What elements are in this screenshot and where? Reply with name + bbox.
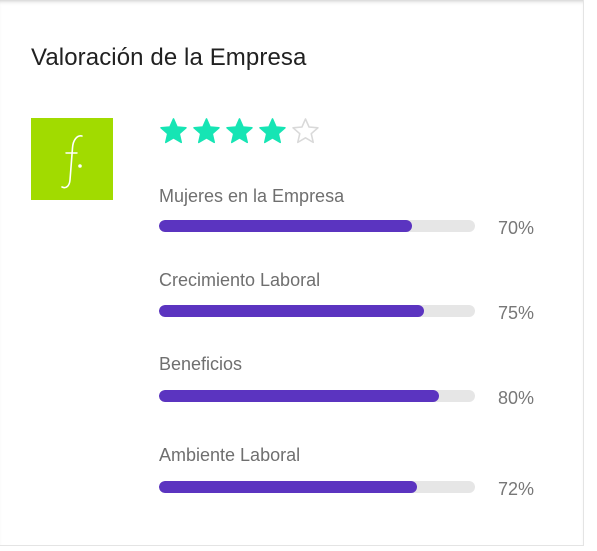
metric-label: Mujeres en la Empresa: [159, 186, 345, 206]
falabella-f-logo-icon: [61, 135, 83, 189]
progress-bar: [159, 481, 475, 493]
progress-bar-fill: [159, 481, 417, 493]
progress-bar: [159, 305, 475, 317]
progress-bar-fill: [159, 390, 439, 402]
metric-value: 75%: [498, 303, 535, 323]
metric-label: Crecimiento Laboral: [159, 270, 321, 290]
progress-bar: [159, 220, 475, 232]
star-filled-icon: [225, 117, 254, 146]
card-title: Valoración de la Empresa: [31, 44, 307, 71]
star-rating: [159, 117, 320, 146]
star-filled-icon: [192, 117, 221, 146]
metric-value: 80%: [498, 388, 535, 408]
metric-women-in-company: Mujeres en la Empresa 70%: [159, 186, 539, 246]
metric-label: Beneficios: [159, 354, 243, 374]
metric-label: Ambiente Laboral: [159, 445, 301, 465]
star-filled-icon: [258, 117, 287, 146]
progress-bar-fill: [159, 220, 412, 232]
star-filled-icon: [159, 117, 188, 146]
metric-value: 72%: [498, 479, 535, 499]
metric-value: 70%: [498, 218, 535, 238]
progress-bar: [159, 390, 475, 402]
star-empty-icon: [291, 117, 320, 146]
company-logo: [31, 118, 113, 200]
company-rating-card: Valoración de la Empresa Mujeres en la E…: [0, 0, 584, 546]
metric-career-growth: Crecimiento Laboral 75%: [159, 270, 539, 330]
metric-benefits: Beneficios 80%: [159, 354, 539, 414]
metric-work-environment: Ambiente Laboral 72%: [159, 445, 539, 505]
progress-bar-fill: [159, 305, 425, 317]
